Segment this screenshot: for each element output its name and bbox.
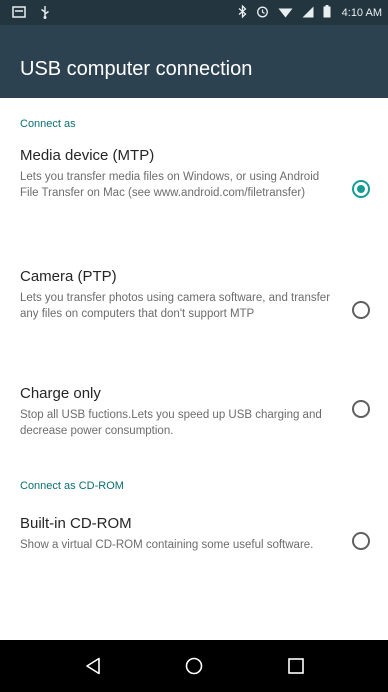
- option-summary: Show a virtual CD-ROM containing some us…: [20, 539, 314, 551]
- radio-button-charge-only[interactable]: [352, 400, 370, 418]
- option-title: Charge only: [20, 385, 101, 402]
- option-summary: Lets you transfer media files on Windows…: [20, 171, 320, 199]
- option-summary: Stop all USB fuctions.Lets you speed up …: [20, 409, 322, 437]
- radio-button-cd-rom[interactable]: [352, 532, 370, 550]
- signal-icon: [302, 6, 314, 21]
- usb-icon: [40, 5, 50, 22]
- home-icon[interactable]: [184, 656, 204, 676]
- bluetooth-icon: [238, 4, 247, 21]
- status-time: 4:10 AM: [341, 7, 382, 19]
- status-bar: 4:10 AM: [0, 0, 388, 25]
- option-camera-ptp[interactable]: Camera (PTP) Lets you transfer photos us…: [0, 268, 388, 350]
- wifi-icon: [278, 6, 293, 21]
- recents-icon[interactable]: [286, 656, 306, 676]
- back-icon[interactable]: [84, 656, 104, 676]
- option-charge-only[interactable]: Charge only Stop all USB fuctions.Lets y…: [0, 385, 388, 451]
- option-title: Media device (MTP): [20, 147, 155, 164]
- option-summary: Lets you transfer photos using camera so…: [20, 292, 331, 320]
- app-bar: USB computer connection: [0, 25, 388, 98]
- radio-button-ptp[interactable]: [352, 301, 370, 319]
- navigation-bar: [0, 640, 388, 692]
- section-header-connect-as-cd-rom: Connect as CD-ROM: [20, 480, 124, 492]
- page-title: USB computer connection: [20, 58, 253, 80]
- radio-button-mtp[interactable]: [352, 180, 370, 198]
- option-media-device-mtp[interactable]: Media device (MTP) Lets you transfer med…: [0, 147, 388, 229]
- battery-icon: [323, 5, 331, 21]
- alarm-icon: [256, 5, 269, 21]
- notification-icon: [12, 6, 26, 21]
- option-built-in-cd-rom[interactable]: Built-in CD-ROM Show a virtual CD-ROM co…: [0, 515, 388, 581]
- section-header-connect-as: Connect as: [20, 118, 76, 130]
- option-title: Built-in CD-ROM: [20, 515, 132, 532]
- option-title: Camera (PTP): [20, 268, 117, 285]
